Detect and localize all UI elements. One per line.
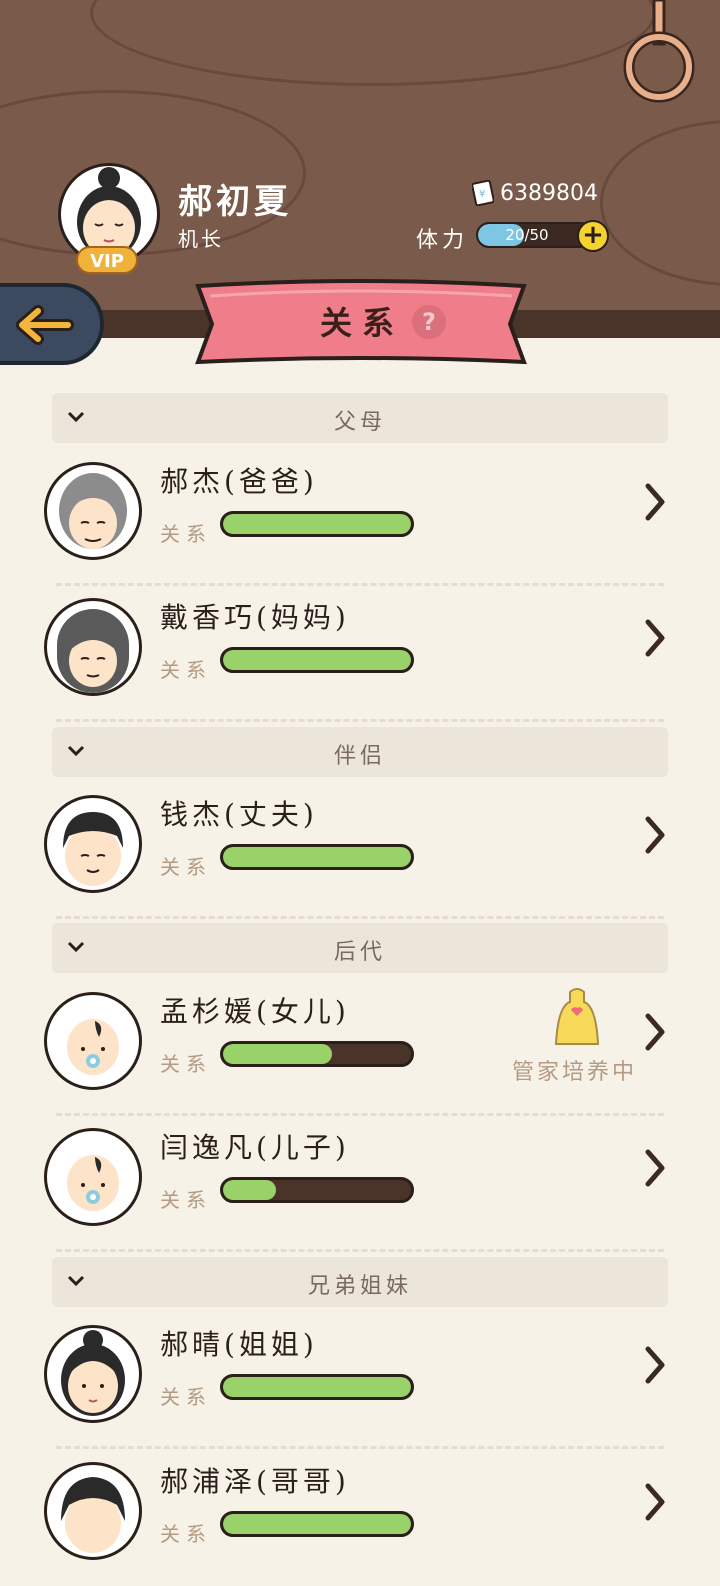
list-item-daughter[interactable]: 孟杉媛(女儿) 关系 管家培养中 [0,980,720,1116]
row-divider [56,1249,664,1252]
member-name: 郝浦泽(哥哥) [160,1465,350,1498]
chevron-right-icon [645,483,665,521]
add-stamina-button[interactable]: + [577,220,609,252]
player-job: 机长 [178,227,224,251]
section-siblings[interactable]: 兄弟姐妹 [52,1257,668,1307]
list-item-sister[interactable]: 郝晴(姐姐) 关系 [0,1313,720,1449]
relation-label: 关系 [160,1522,212,1546]
butler-status: 管家培养中 [512,1060,638,1085]
member-name: 郝杰(爸爸) [160,465,318,498]
row-divider [56,916,664,919]
row-divider [56,1446,664,1449]
elder-woman-avatar-icon [57,609,129,693]
money-amount: 6389804 [500,181,598,206]
relation-bar [220,1177,414,1203]
relation-bar [220,844,414,870]
help-icon: ? [422,308,436,336]
member-avatar [44,1128,142,1226]
list-item-brother[interactable]: 郝浦泽(哥哥) 关系 [0,1450,720,1586]
relation-fill [223,847,411,867]
relation-label: 关系 [160,855,212,879]
section-partner[interactable]: 伴侣 [52,727,668,777]
wood-grain [600,120,720,286]
section-parents[interactable]: 父母 [52,393,668,443]
section-label: 伴侣 [333,744,386,769]
member-name: 郝晴(姐姐) [160,1328,318,1361]
page-title: 关系 [320,304,405,342]
elder-man-avatar-icon [59,473,127,549]
chevron-right-icon [645,619,665,657]
relation-label: 关系 [160,1385,212,1409]
vip-badge: VIP [76,246,138,274]
wood-grain [90,0,656,86]
baby-avatar-icon [67,1019,119,1075]
plus-icon: + [582,220,604,250]
relation-fill [223,1180,276,1200]
list-item-husband[interactable]: 钱杰(丈夫) 关系 [0,783,720,919]
member-name: 戴香巧(妈妈) [160,601,350,634]
relation-fill [223,1514,411,1534]
relation-bar [220,1511,414,1537]
relation-fill [223,1377,411,1397]
apron-icon [554,988,600,1045]
member-name: 闫逸凡(儿子) [160,1131,350,1164]
relation-bar [220,647,414,673]
stamina-label: 体力 [416,228,469,253]
chevron-right-icon [645,816,665,854]
member-avatar [44,992,142,1090]
member-avatar [44,1462,142,1560]
section-label: 父母 [333,410,386,435]
back-arrow-icon [16,305,74,345]
help-button[interactable]: ? [412,305,446,339]
relation-bar [220,1041,414,1067]
back-button[interactable] [0,283,104,365]
member-avatar [44,795,142,893]
relation-bar [220,1374,414,1400]
section-label: 后代 [333,940,386,965]
svg-text:¥: ¥ [479,189,485,200]
relation-bar [220,511,414,537]
chevron-right-icon [645,1483,665,1521]
stamina-text: 20/50 [505,226,549,244]
member-avatar [44,462,142,560]
baby-avatar-icon [67,1155,119,1211]
relation-label: 关系 [160,1188,212,1212]
woman-avatar-icon [61,1330,125,1416]
banknote-icon: ¥ [472,180,494,206]
chevron-right-icon [645,1346,665,1384]
relation-fill [223,514,411,534]
relation-fill [223,650,411,670]
hanging-ring-icon [623,0,695,103]
player-name: 郝初夏 [178,182,292,222]
list-item-mother[interactable]: 戴香巧(妈妈) 关系 [0,586,720,722]
section-children[interactable]: 后代 [52,923,668,973]
list-item-father[interactable]: 郝杰(爸爸) 关系 [0,450,720,586]
member-name: 孟杉媛(女儿) [160,995,350,1028]
member-avatar [44,1325,142,1423]
relation-label: 关系 [160,522,212,546]
member-name: 钱杰(丈夫) [160,798,318,831]
man-avatar-icon [61,1477,125,1553]
relation-label: 关系 [160,1052,212,1076]
member-avatar [44,598,142,696]
list-item-son[interactable]: 闫逸凡(儿子) 关系 [0,1116,720,1252]
chevron-right-icon [645,1149,665,1187]
chevron-right-icon [645,1013,665,1051]
row-divider [56,719,664,722]
section-label: 兄弟姐妹 [307,1274,412,1299]
man-avatar-icon [63,812,123,886]
relation-fill [223,1044,333,1064]
relation-label: 关系 [160,658,212,682]
